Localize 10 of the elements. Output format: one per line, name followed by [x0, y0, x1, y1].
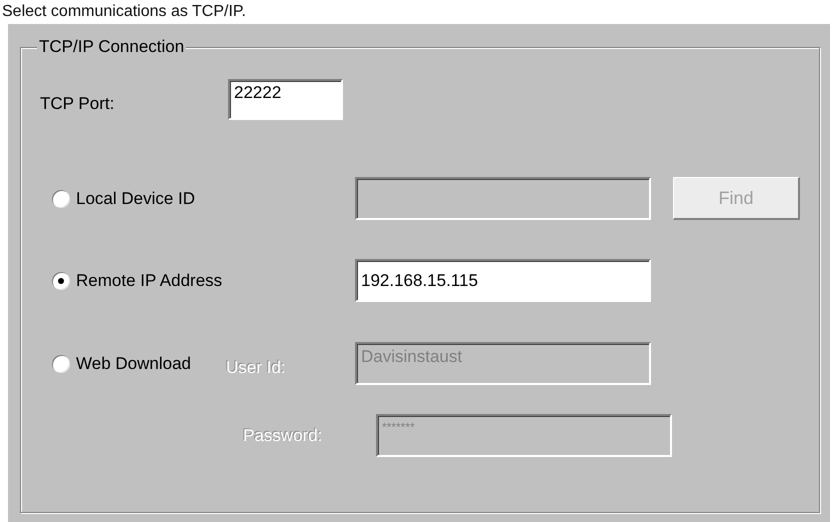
radio-label: Local Device ID — [76, 188, 196, 210]
user-id-label: User Id: — [226, 356, 287, 379]
radio-label: Remote IP Address — [76, 270, 224, 292]
radio-button[interactable] — [52, 272, 70, 290]
password-label: Password: — [243, 424, 324, 447]
ip-address-field[interactable]: 192.168.15.115 — [355, 259, 651, 302]
caption-text: Select communications as TCP/IP. — [1, 2, 246, 21]
radio-label: Web Download — [76, 352, 192, 375]
port-label: TCP Port: — [40, 92, 116, 115]
port-field[interactable]: 22222 — [228, 79, 343, 120]
